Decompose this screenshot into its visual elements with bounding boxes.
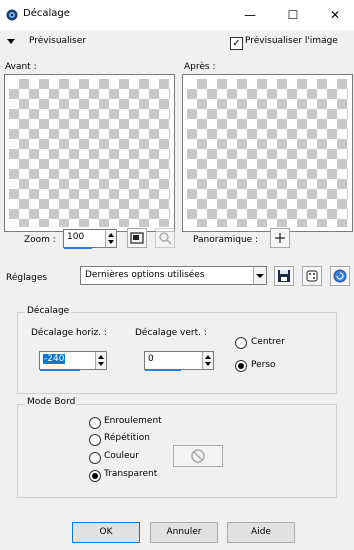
horizontal-offset-value[interactable]: -240 [43,354,66,364]
checkmark-icon: ✓ [232,38,241,49]
horizontal-offset-label: Décalage horiz. : [31,328,107,338]
horizontal-offset-underline [40,369,80,371]
preview-image-checkbox[interactable]: ✓ [230,37,243,50]
minimize-button[interactable]: — [236,5,264,25]
cancel-button[interactable]: Annuler [150,522,218,543]
after-label: Après : [184,62,216,72]
after-preview[interactable] [182,74,353,232]
horizontal-offset-spinbox[interactable]: -240 [39,351,107,370]
edge-wrap-label[interactable]: Enroulement [104,416,162,426]
help-button[interactable]: Aide [227,522,295,543]
fit-window-icon [130,232,144,244]
chevron-down-icon [256,274,264,278]
vertical-offset-spinner[interactable] [202,352,213,369]
no-color-icon [191,449,205,463]
collapse-triangle-icon[interactable] [7,39,15,44]
edge-transparent-radio[interactable] [89,470,101,482]
before-preview[interactable] [4,74,175,232]
spin-down-icon[interactable] [108,240,114,244]
pan-button[interactable] [270,228,290,248]
window-title: Décalage [23,8,70,19]
floppy-icon [278,270,290,282]
settings-label: Réglages [6,273,48,283]
edge-color-radio[interactable] [89,452,101,464]
move-arrows-icon [275,233,285,243]
color-swatch-button[interactable] [173,445,223,467]
zoom-spinbox[interactable]: 100 [63,229,117,248]
vertical-offset-underline [145,369,181,371]
custom-radio[interactable] [235,360,247,372]
preview-toggle-label[interactable]: Prévisualiser [29,36,86,46]
zoom-fit-button[interactable] [127,228,147,248]
edge-color-label[interactable]: Couleur [104,451,139,461]
edge-repeat-radio[interactable] [89,434,101,446]
reset-button[interactable] [330,266,350,286]
spin-down-icon[interactable] [98,362,104,366]
offset-group-label: Décalage [25,306,72,316]
edge-repeat-label[interactable]: Répétition [104,433,150,443]
zoom-spinner[interactable] [105,230,116,247]
spin-up-icon[interactable] [205,355,211,359]
center-radio[interactable] [235,337,247,349]
edge-wrap-radio[interactable] [89,417,101,429]
horizontal-offset-spinner[interactable] [95,352,106,369]
refresh-icon [333,269,347,283]
spin-up-icon[interactable] [98,355,104,359]
zoom-tool-button[interactable] [155,228,175,248]
center-label[interactable]: Centrer [251,337,285,347]
app-icon [6,9,18,21]
settings-dropdown[interactable]: Dernières options utilisées [80,266,267,285]
before-label: Avant : [5,62,37,72]
vertical-offset-label: Décalage vert. : [135,328,207,338]
zoom-value[interactable]: 100 [67,232,84,242]
transparency-checkerboard [187,79,348,227]
save-preset-button[interactable] [274,266,294,286]
vertical-offset-spinbox[interactable]: 0 [144,351,214,370]
zoom-focus-underline [64,247,92,249]
dropdown-arrow-button[interactable] [253,267,266,284]
close-button[interactable]: ✕ [321,5,349,25]
maximize-button[interactable]: ☐ [279,5,307,25]
spin-up-icon[interactable] [108,233,114,237]
ok-button[interactable]: OK [72,522,140,543]
edge-transparent-label[interactable]: Transparent [104,469,157,479]
transparency-checkerboard [9,79,170,227]
edge-mode-label: Mode Bord [25,397,78,407]
pan-label: Panoramique : [193,235,259,245]
zoom-label: Zoom : [24,235,56,245]
magnifier-icon [159,232,172,245]
preview-image-label: Prévisualiser l'image [245,36,338,46]
vertical-offset-value[interactable]: 0 [148,354,154,364]
custom-label[interactable]: Perso [251,360,276,370]
settings-selected: Dernières options utilisées [85,270,205,280]
spin-down-icon[interactable] [205,362,211,366]
dice-icon [306,270,318,282]
random-button[interactable] [302,266,322,286]
